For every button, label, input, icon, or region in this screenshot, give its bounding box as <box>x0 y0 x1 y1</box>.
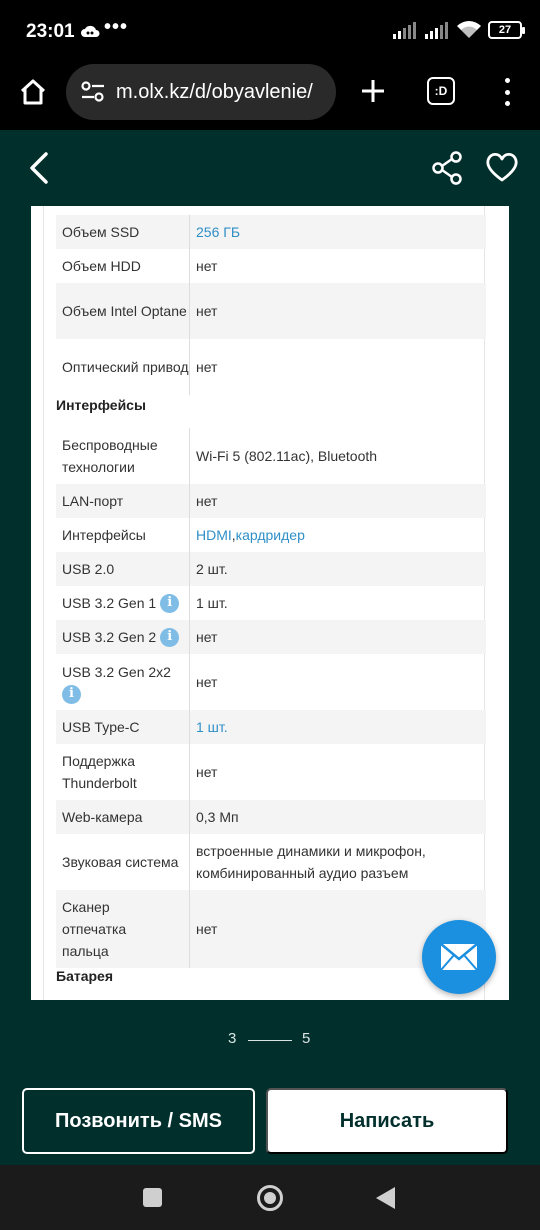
spec-value: нет <box>196 629 218 645</box>
url-field[interactable]: m.olx.kz/d/obyavlenie/ <box>66 64 336 120</box>
spec-value: нет <box>196 258 218 274</box>
spec-value: встроенные динамики и микрофон, комбинир… <box>196 843 426 881</box>
spec-value-link: HDMI <box>196 527 232 543</box>
spec-row: Поддержка Thunderbolt нет <box>56 744 486 800</box>
spec-key: Сканер отпечатка пальца <box>56 890 190 968</box>
spec-row: Объем SSD 256 ГБ <box>56 215 486 249</box>
spec-key: USB 3.2 Gen 2x2 i <box>56 654 190 710</box>
spec-key: USB 3.2 Gen 1i <box>56 586 190 620</box>
spec-value: Wi-Fi 5 (802.11ac), Bluetooth <box>196 448 378 464</box>
cloud-game-icon <box>81 25 100 37</box>
spec-row: Объем Intel Optane нет <box>56 283 486 339</box>
menu-dot-icon <box>504 78 510 83</box>
mail-icon <box>440 943 478 971</box>
spec-row: USB 3.2 Gen 2i нет <box>56 620 486 654</box>
spec-key: Оптический привод <box>56 339 190 395</box>
site-settings-icon <box>81 81 104 102</box>
spec-row: USB 3.2 Gen 2x2 i нет <box>56 654 486 710</box>
spec-key: Поддержка Thunderbolt <box>56 744 190 800</box>
spec-value-link: 1 шт. <box>196 719 228 735</box>
spec-key: USB Type-C <box>56 710 190 744</box>
spec-row: USB Type-C 1 шт. <box>56 710 486 744</box>
back-icon[interactable] <box>22 148 60 188</box>
info-icon: i <box>62 684 81 704</box>
status-indicators: 27 <box>392 20 525 40</box>
spec-key: Звуковая система <box>56 834 190 890</box>
photo-pager: 3 5 <box>0 1030 540 1050</box>
browser-menu-button[interactable] <box>494 74 520 110</box>
spec-value: HDMI, кардридер <box>190 518 486 552</box>
spec-value: 1 шт. <box>196 595 228 611</box>
menu-dot-icon <box>504 89 510 95</box>
spec-value: нет <box>196 493 218 509</box>
browser-toolbar: m.olx.kz/d/obyavlenie/ :D <box>0 60 540 130</box>
url-text: m.olx.kz/d/obyavlenie/ <box>116 80 313 103</box>
tabs-button[interactable]: :D <box>427 77 455 105</box>
call-sms-button[interactable]: Позвонить / SMS <box>22 1088 255 1154</box>
spec-key: Интерфейсы <box>56 518 190 552</box>
spec-key: Объем Intel Optane <box>56 283 190 339</box>
pager-total: 5 <box>302 1030 311 1047</box>
spec-value-link: 256 ГБ <box>196 224 241 240</box>
spec-row: USB 3.2 Gen 1i 1 шт. <box>56 586 486 620</box>
spec-value: нет <box>196 303 218 319</box>
home-nav-icon[interactable] <box>257 1185 283 1211</box>
listing-photo[interactable]: Объем SSD 256 ГБ Объем HDD нет Объем Int… <box>31 206 509 1000</box>
spec-row: USB 2.0 2 шт. <box>56 552 486 586</box>
status-bar: 23:01 ••• 27 <box>0 0 540 60</box>
section-title-battery: Батарея <box>56 968 113 984</box>
spec-row: LAN-порт нет <box>56 484 486 518</box>
wifi-icon <box>457 21 481 38</box>
spec-row: Оптический привод нет <box>56 339 486 395</box>
spec-key: LAN-порт <box>56 484 190 518</box>
spec-value: нет <box>196 359 218 375</box>
spec-key: Беспроводные технологии <box>56 428 190 484</box>
plus-icon <box>362 80 384 102</box>
spec-row: Звуковая система встроенные динамики и м… <box>56 834 486 890</box>
home-button[interactable] <box>14 73 52 111</box>
spec-table: Объем SSD 256 ГБ Объем HDD нет Объем Int… <box>43 206 496 1000</box>
spec-value: 2 шт. <box>196 561 228 577</box>
battery-icon: 27 <box>488 21 525 39</box>
spec-row: Объем HDD нет <box>56 249 486 283</box>
spec-value: 0,3 Мп <box>196 809 239 825</box>
spec-key: Объем SSD <box>56 215 190 249</box>
menu-dot-icon <box>504 101 510 106</box>
spec-value: нет <box>196 674 218 690</box>
spec-value-link: кардридер <box>235 527 305 543</box>
photo-viewer: Объем SSD 256 ГБ Объем HDD нет Объем Int… <box>0 130 540 1165</box>
status-time: 23:01 <box>26 21 75 42</box>
back-nav-icon[interactable] <box>376 1187 395 1209</box>
home-icon <box>20 79 46 105</box>
spec-key: USB 2.0 <box>56 552 190 586</box>
spec-key-text: USB 3.2 Gen 2 <box>62 629 157 645</box>
mail-button[interactable] <box>422 920 496 994</box>
spec-key: Объем HDD <box>56 249 190 283</box>
info-icon: i <box>160 593 180 613</box>
write-message-button[interactable]: Написать <box>266 1088 508 1154</box>
spec-key-text: USB 3.2 Gen 1 <box>62 595 157 611</box>
status-more-icon: ••• <box>104 16 129 38</box>
spec-row: Web-камера 0,3 Мп <box>56 800 486 834</box>
system-nav-bar <box>0 1165 540 1230</box>
spec-row: Интерфейсы HDMI, кардридер <box>56 518 486 552</box>
spec-key: Web-камера <box>56 800 190 834</box>
share-icon[interactable] <box>430 150 464 186</box>
signal-icon-2 <box>425 22 448 39</box>
heart-icon[interactable] <box>484 150 520 184</box>
spec-value: нет <box>196 764 218 780</box>
spec-row: Беспроводные технологии Wi-Fi 5 (802.11a… <box>56 428 486 484</box>
spec-key-text: USB 3.2 Gen 2x2 <box>62 663 171 680</box>
spec-key: USB 3.2 Gen 2i <box>56 620 190 654</box>
pager-current: 3 <box>228 1030 237 1047</box>
section-title-interfaces: Интерфейсы <box>56 397 146 413</box>
info-icon: i <box>160 627 180 647</box>
recents-icon[interactable] <box>143 1188 162 1207</box>
signal-icon <box>393 22 416 39</box>
pager-divider <box>248 1040 292 1041</box>
new-tab-button[interactable] <box>354 72 392 110</box>
